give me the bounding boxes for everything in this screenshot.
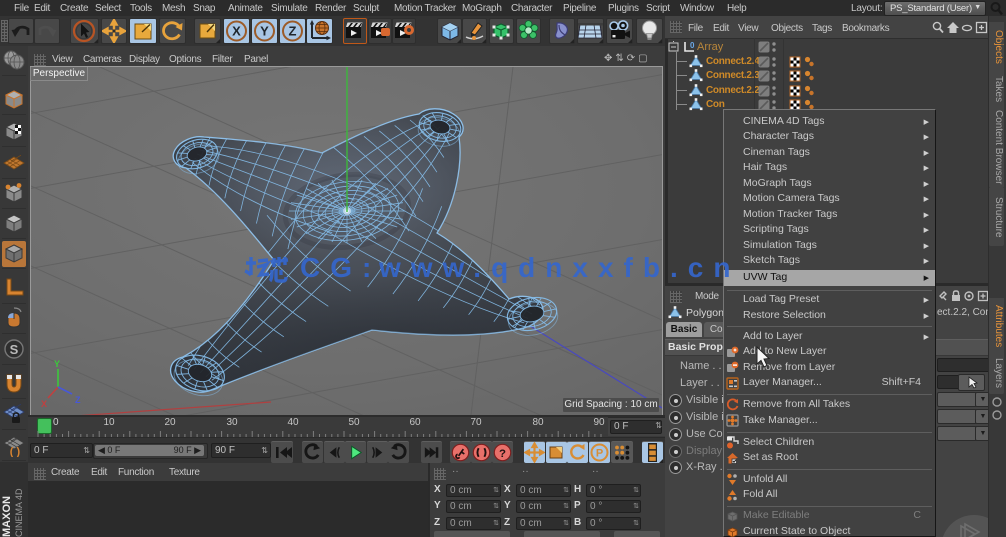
svg-text:( ): ( ) [10, 446, 21, 457]
svg-text:Z: Z [289, 24, 297, 39]
svg-text:X: X [232, 24, 241, 39]
svg-text:Y: Y [54, 359, 60, 369]
svg-text:?: ? [499, 448, 506, 460]
svg-text:0: 0 [690, 41, 695, 50]
svg-text:Z: Z [75, 395, 81, 405]
svg-text:Y: Y [260, 24, 269, 39]
svg-text:S: S [10, 342, 19, 357]
svg-text:X: X [41, 399, 47, 409]
svg-text:P: P [595, 448, 602, 460]
